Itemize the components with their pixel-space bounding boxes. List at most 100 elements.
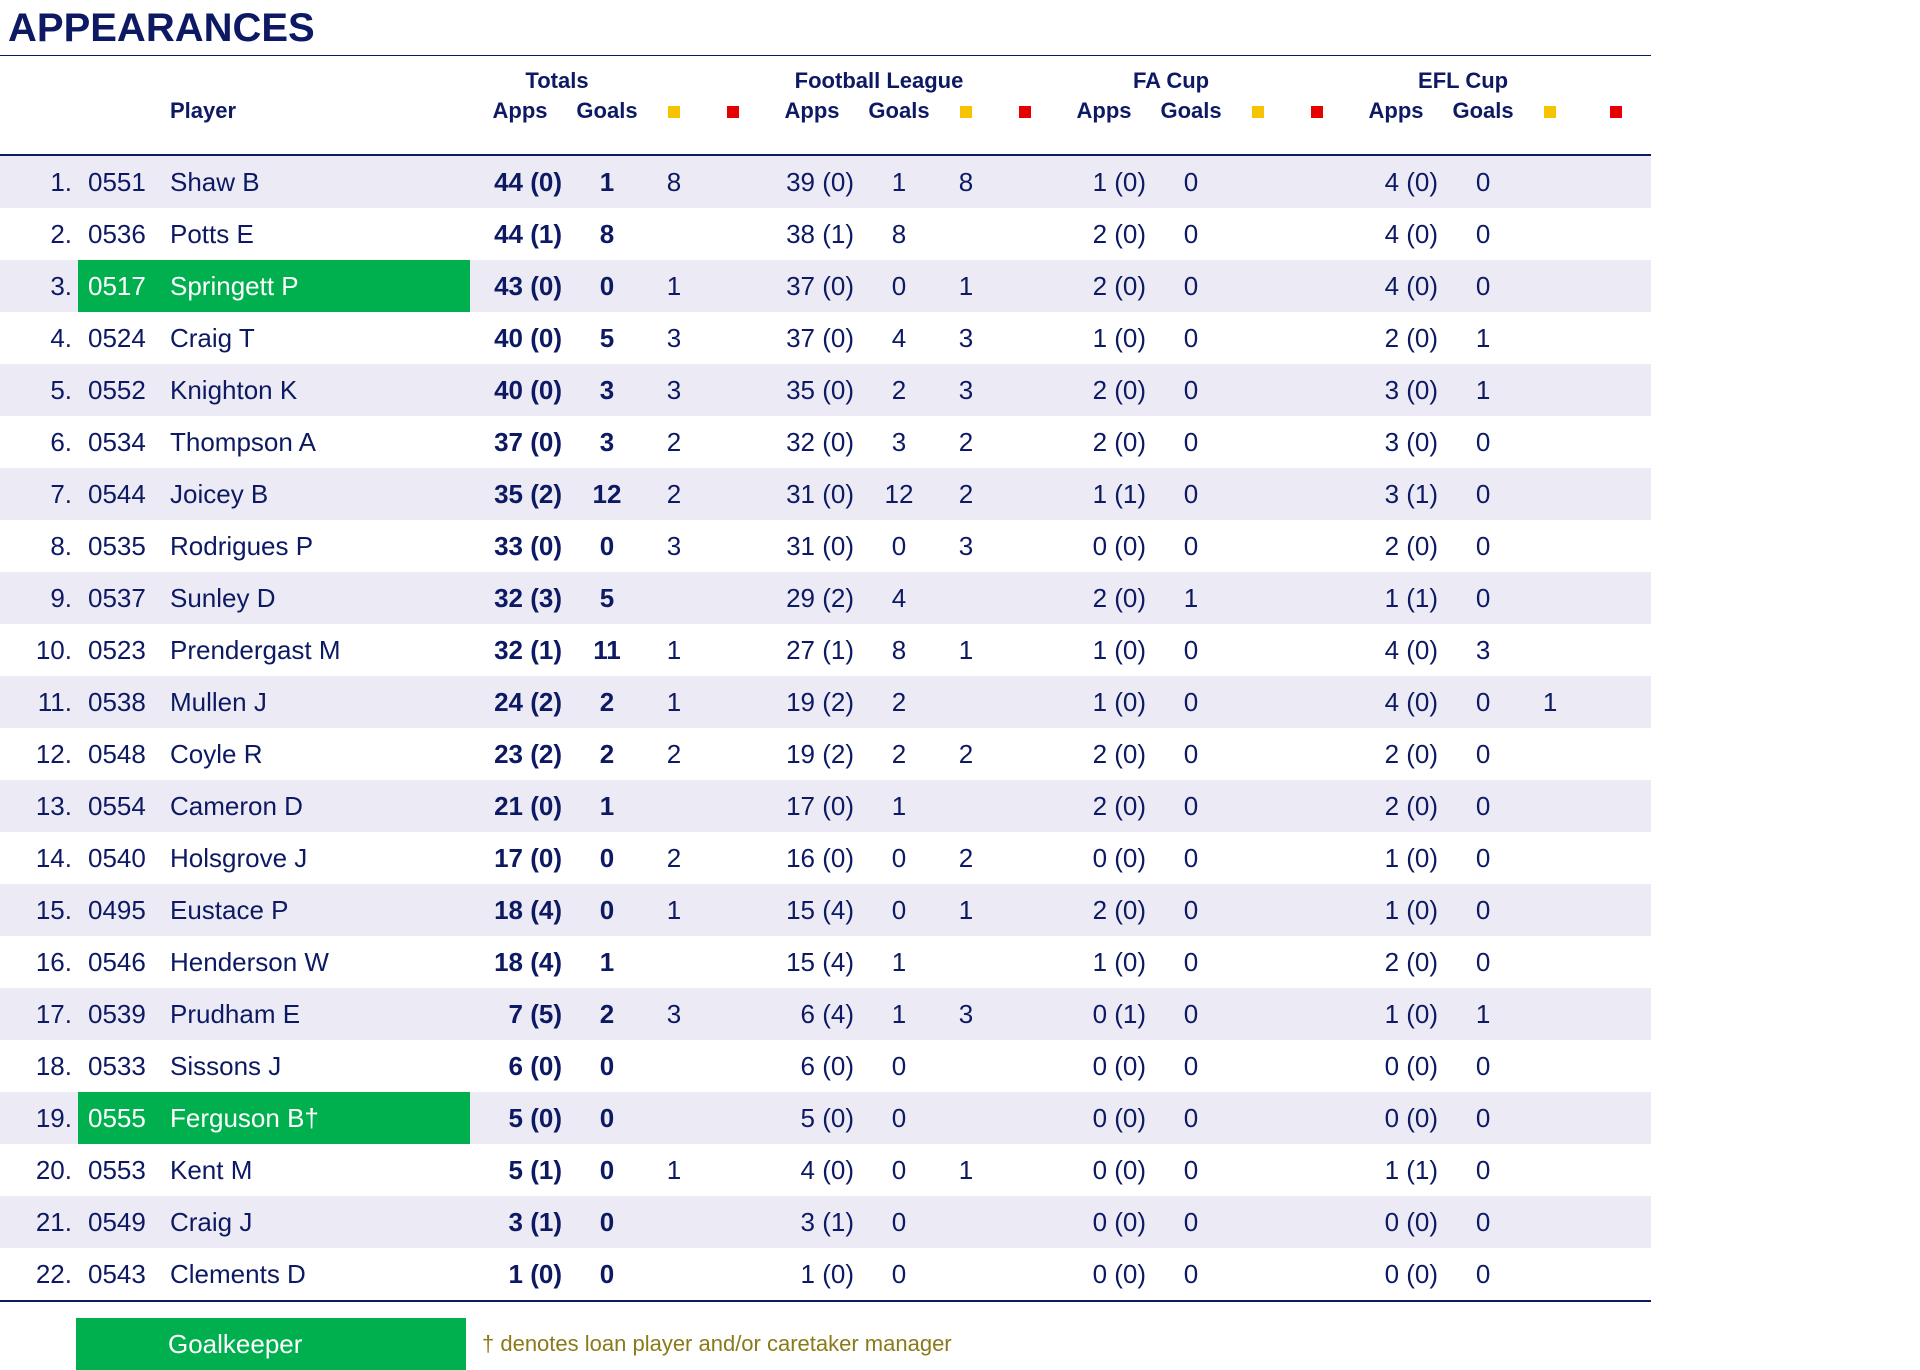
facup-red-cards — [1288, 988, 1347, 1040]
totals-apps: 7 (5) — [470, 988, 570, 1040]
facup-red-cards — [1288, 884, 1347, 936]
player-number: 0540 — [78, 832, 170, 884]
table-row: 5. 0552 Knighton K 40 (0) 3 3 35 (0) 2 3 2 (0) 0 3 … — [0, 364, 1652, 416]
player-number: 0553 — [78, 1144, 170, 1196]
table-row: 1. 0551 Shaw B 44 (0) 1 8 39 (0) 1 8 1 (0) 0 4 (0) 0 — [0, 155, 1652, 208]
facup-red-cards — [1288, 1196, 1347, 1248]
totals-apps: 35 (2) — [470, 468, 570, 520]
eflcup-goals: 1 — [1446, 364, 1521, 416]
appearances-table: Totals Football League FA Cup EFL Cup Pl… — [0, 60, 1652, 1302]
league-red-cards — [996, 676, 1055, 728]
league-goals: 0 — [862, 260, 936, 312]
league-red-cards — [996, 624, 1055, 676]
title-divider — [0, 55, 1651, 56]
eflcup-yellow-cards — [1520, 884, 1581, 936]
goalkeeper-legend: Goalkeeper — [76, 1318, 466, 1370]
totals-red-cards — [704, 155, 762, 208]
eflcup-yellow-cards — [1520, 312, 1581, 364]
player-name: Sunley D — [170, 572, 470, 624]
totals-red-cards — [704, 1092, 762, 1144]
facup-yellow-cards — [1228, 572, 1289, 624]
league-yellow-cards — [936, 572, 997, 624]
totals-yellow-cards: 1 — [644, 884, 704, 936]
eflcup-goals: 0 — [1446, 676, 1521, 728]
totals-goals: 12 — [570, 468, 644, 520]
player-name: Craig T — [170, 312, 470, 364]
player-name: Holsgrove J — [170, 832, 470, 884]
facup-yellow-cards — [1228, 155, 1289, 208]
totals-yellow-cards: 1 — [644, 1144, 704, 1196]
eflcup-red-cards — [1580, 676, 1652, 728]
player-name: Potts E — [170, 208, 470, 260]
eflcup-yellow-cards — [1520, 572, 1581, 624]
header-facup-apps: Apps — [1076, 98, 1132, 123]
league-goals: 8 — [862, 208, 936, 260]
totals-red-cards — [704, 676, 762, 728]
facup-apps: 0 (0) — [1054, 1092, 1155, 1144]
player-name: Shaw B — [170, 155, 470, 208]
eflcup-goals: 0 — [1446, 884, 1521, 936]
row-rank: 8. — [0, 520, 78, 572]
totals-red-cards — [704, 1196, 762, 1248]
league-goals: 2 — [862, 728, 936, 780]
table-row: 7. 0544 Joicey B 35 (2) 12 2 31 (0) 12 2 1 (1) 0 3 … — [0, 468, 1652, 520]
league-goals: 0 — [862, 520, 936, 572]
facup-apps: 0 (0) — [1054, 832, 1155, 884]
facup-goals: 0 — [1154, 468, 1229, 520]
league-yellow-cards: 2 — [936, 468, 997, 520]
league-yellow-cards — [936, 1040, 997, 1092]
row-rank: 20. — [0, 1144, 78, 1196]
facup-yellow-cards — [1228, 1196, 1289, 1248]
eflcup-goals: 1 — [1446, 312, 1521, 364]
eflcup-apps: 3 (0) — [1346, 364, 1447, 416]
league-goals: 1 — [862, 155, 936, 208]
table-row: 20. 0553 Kent M5 (1) 0 1 4 (0) 0 1 0 (0) 0 1 (1) 0 — [0, 1144, 1652, 1196]
totals-apps: 5 (0) — [470, 1092, 570, 1144]
facup-red-cards — [1288, 1040, 1347, 1092]
eflcup-red-cards — [1580, 1248, 1652, 1302]
eflcup-red-cards — [1580, 624, 1652, 676]
facup-red-cards — [1288, 572, 1347, 624]
totals-apps: 17 (0) — [470, 832, 570, 884]
eflcup-apps: 3 (1) — [1346, 468, 1447, 520]
totals-yellow-cards — [644, 208, 704, 260]
league-goals: 4 — [862, 572, 936, 624]
facup-red-cards — [1288, 312, 1347, 364]
row-rank: 13. — [0, 780, 78, 832]
league-red-cards — [996, 416, 1055, 468]
eflcup-apps: 1 (0) — [1346, 832, 1447, 884]
facup-apps: 0 (0) — [1054, 1144, 1155, 1196]
eflcup-red-cards — [1580, 364, 1652, 416]
facup-red-cards — [1288, 468, 1347, 520]
eflcup-yellow-cards — [1520, 416, 1581, 468]
row-rank: 17. — [0, 988, 78, 1040]
facup-goals: 0 — [1154, 416, 1229, 468]
group-header-totals: Totals — [525, 68, 589, 93]
eflcup-red-cards — [1580, 468, 1652, 520]
league-apps: 15 (4) — [762, 884, 862, 936]
page-title: APPEARANCES — [8, 6, 315, 50]
totals-apps: 23 (2) — [470, 728, 570, 780]
yellow-card-icon — [1544, 106, 1557, 118]
facup-red-cards — [1288, 728, 1347, 780]
facup-red-cards — [1288, 1248, 1347, 1302]
legend: Goalkeeper † denotes loan player and/or … — [0, 1318, 1651, 1370]
totals-red-cards — [704, 884, 762, 936]
league-apps: 1 (0) — [762, 1248, 862, 1302]
player-name: Clements D — [170, 1248, 470, 1302]
player-number: 0537 — [78, 572, 170, 624]
row-rank: 11. — [0, 676, 78, 728]
eflcup-yellow-cards — [1520, 780, 1581, 832]
eflcup-red-cards — [1580, 1040, 1652, 1092]
eflcup-red-cards — [1580, 572, 1652, 624]
eflcup-goals: 0 — [1446, 936, 1521, 988]
league-red-cards — [996, 832, 1055, 884]
player-name: Thompson A — [170, 416, 470, 468]
totals-red-cards — [704, 364, 762, 416]
totals-goals: 0 — [570, 520, 644, 572]
eflcup-goals: 0 — [1446, 155, 1521, 208]
totals-goals: 0 — [570, 1040, 644, 1092]
player-name: Coyle R — [170, 728, 470, 780]
facup-goals: 1 — [1154, 572, 1229, 624]
eflcup-red-cards — [1580, 416, 1652, 468]
